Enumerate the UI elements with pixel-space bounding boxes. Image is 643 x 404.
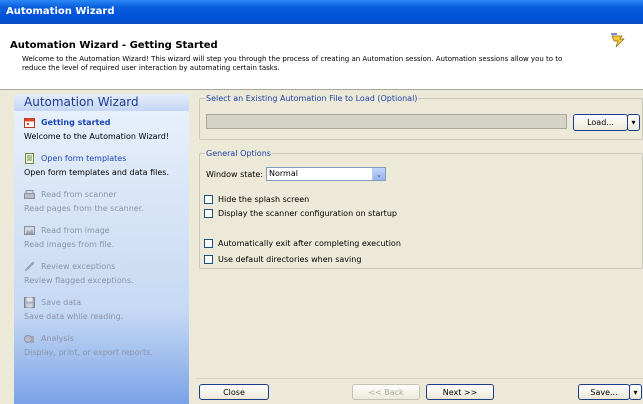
step-description: Read pages from the scanner. <box>24 204 144 213</box>
sidebar-title: Automation Wizard <box>14 94 189 111</box>
window-state-select[interactable]: Normal ⌄ <box>266 167 386 181</box>
step-title: Read from image <box>41 226 110 235</box>
title-bar: Automation Wizard <box>0 0 643 24</box>
close-button-label: Close <box>223 387 245 397</box>
step-description: Read images from file. <box>24 240 115 249</box>
checkbox-box[interactable] <box>204 255 213 264</box>
step-open-form-templates[interactable]: Open form templates Open form templates … <box>24 153 189 177</box>
back-button: << Back <box>352 384 420 400</box>
checkbox-label: Hide the splash screen <box>218 195 310 204</box>
step-title: Review exceptions <box>41 262 116 271</box>
step-description: Save data while reading. <box>24 312 124 321</box>
page-title: Automation Wizard - Getting Started <box>10 40 218 51</box>
back-button-label: << Back <box>368 387 404 397</box>
load-button[interactable]: Load... <box>573 114 628 131</box>
checkbox-display-scanner-config[interactable]: Display the scanner configuration on sta… <box>204 209 397 218</box>
load-dropdown-arrow[interactable]: ▾ <box>627 114 640 131</box>
review-icon <box>24 261 35 272</box>
checkbox-auto-exit[interactable]: Automatically exit after completing exec… <box>204 239 401 248</box>
load-file-legend: Select an Existing Automation File to Lo… <box>206 94 418 103</box>
step-save-data: Save data Save data while reading. <box>24 297 189 321</box>
automation-file-input[interactable] <box>206 114 567 129</box>
step-read-from-scanner: Read from scanner Read pages from the sc… <box>24 189 189 213</box>
chevron-down-icon: ▾ <box>633 387 638 397</box>
step-getting-started[interactable]: Getting started Welcome to the Automatio… <box>24 117 189 141</box>
wizard-wand-icon <box>611 33 625 48</box>
wizard-header: Automation Wizard - Getting Started Welc… <box>0 24 643 90</box>
checkbox-label: Automatically exit after completing exec… <box>218 239 401 248</box>
checkbox-hide-splash[interactable]: Hide the splash screen <box>204 195 309 204</box>
chevron-down-icon: ▾ <box>631 118 636 127</box>
save-dropdown-arrow[interactable]: ▾ <box>629 384 642 400</box>
chevron-down-icon: ⌄ <box>372 168 385 180</box>
checkbox-label: Use default directories when saving <box>218 255 362 264</box>
step-read-from-image: Read from image Read images from file. <box>24 225 189 249</box>
image-icon <box>24 226 35 235</box>
save-icon <box>24 297 35 308</box>
window-title: Automation Wizard <box>6 6 115 17</box>
next-button-label: Next >> <box>442 387 478 397</box>
checkbox-box[interactable] <box>204 209 213 218</box>
wizard-sidebar: Automation Wizard Getting started Welcom… <box>14 94 189 404</box>
step-description: Open form templates and data files. <box>24 168 169 177</box>
step-review-exceptions: Review exceptions Review flagged excepti… <box>24 261 189 285</box>
step-description: Review flagged exceptions. <box>24 276 134 285</box>
form-template-icon <box>25 153 34 164</box>
footer-divider <box>196 378 643 379</box>
close-button[interactable]: Close <box>199 384 269 400</box>
checkbox-default-directories[interactable]: Use default directories when saving <box>204 255 361 264</box>
main-panel: Select an Existing Automation File to Lo… <box>196 94 643 379</box>
step-title: Open form templates <box>41 154 127 163</box>
general-options-legend: General Options <box>206 149 271 158</box>
analysis-icon <box>24 335 34 343</box>
checkbox-box[interactable] <box>204 195 213 204</box>
getting-started-icon <box>24 118 35 128</box>
step-description: Display, print, or export reports. <box>24 348 153 357</box>
step-title: Save data <box>41 298 82 307</box>
save-button-label: Save... <box>590 387 618 397</box>
step-title: Analysis <box>41 334 74 343</box>
window-state-label: Window state: <box>206 170 264 179</box>
step-description: Welcome to the Automation Wizard! <box>24 132 170 141</box>
load-button-label: Load... <box>587 118 614 127</box>
page-description: Welcome to the Automation Wizard! This w… <box>22 55 563 72</box>
checkbox-box[interactable] <box>204 239 213 248</box>
step-title: Read from scanner <box>41 190 117 199</box>
next-button[interactable]: Next >> <box>426 384 494 400</box>
window-state-value: Normal <box>269 169 298 178</box>
step-title: Getting started <box>41 118 111 127</box>
checkbox-label: Display the scanner configuration on sta… <box>218 209 397 218</box>
step-analysis: Analysis Display, print, or export repor… <box>24 333 189 357</box>
save-button[interactable]: Save... <box>578 384 630 400</box>
scanner-icon <box>24 190 35 199</box>
